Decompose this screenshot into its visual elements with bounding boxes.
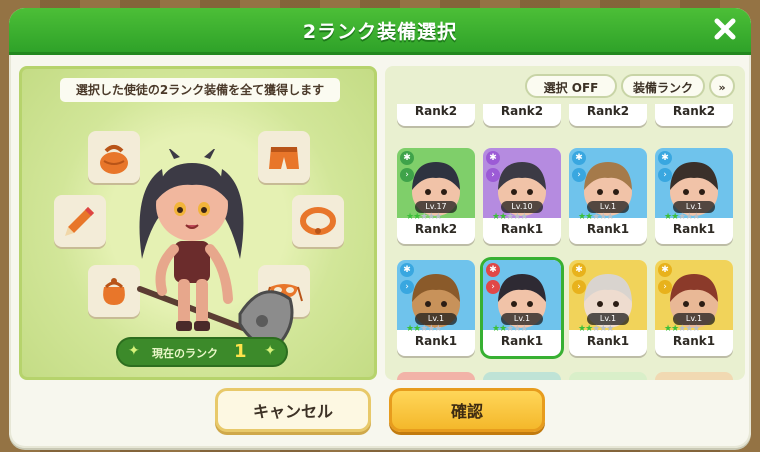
current-rank-label: 現在のランク [152,347,218,360]
class-icon: › [486,280,500,294]
bracelet-icon [300,207,336,235]
star-rating: ★★★★★ [492,212,528,222]
hero-equipment-rank: Rank2 [586,104,630,118]
current-rank-value: 1 [234,341,247,362]
confirm-button[interactable]: 確認 [389,388,545,432]
current-rank-indicator: ✦ 現在のランク 1 ✦ [116,337,288,367]
element-icon: ✱ [572,151,586,165]
class-icon: › [658,280,672,294]
hero-card[interactable]: ✱ › Lv.1 ★★★★★ Rank1 [569,260,647,356]
pencil-icon [65,207,94,236]
equipment-slot-pencil[interactable] [54,195,106,247]
hero-equipment-rank: Rank1 [500,334,544,348]
panel-description: 選択した使徒の2ランク装備を全て獲得します [60,78,340,102]
element-icon: ✱ [658,263,672,277]
hero-card[interactable]: ★★★Rank2 [483,104,561,126]
hero-card[interactable]: ✱ › Lv.10 ★★★★★ Rank1 [483,148,561,244]
element-icon: ✱ [400,263,414,277]
hero-card[interactable]: ✱ › Lv.1 ★★★★★ Rank1 [655,148,733,244]
sparkle-icon: ✦ [264,343,276,359]
class-icon: › [572,168,586,182]
hero-select-panel: 選択 OFF 装備ランク » ★★★Rank2 ★★★Rank2 ★★★Rank2 ★… [385,66,745,380]
star-rating: ★★★★★ [578,212,614,222]
title-bar: 2ランク装備選択 [9,8,751,55]
hero-card[interactable]: ✱ › Lv.1 ★★★★★ Rank1 [655,260,733,356]
hero-card[interactable]: ★★★Rank2 [569,104,647,126]
sort-equipment-rank-button[interactable]: 装備ランク [621,74,705,98]
star-rating: ★★★★★ [492,324,528,334]
element-icon: ✱ [486,263,500,277]
hero-equipment-rank: Rank2 [414,104,458,118]
hero-equipment-rank: Rank2 [414,222,458,236]
equipment-preview-panel: 選択した使徒の2ランク装備を全て獲得します ✦ 現在のランク 1 ✦ [19,66,377,380]
element-icon: ✱ [572,263,586,277]
class-icon: › [486,168,500,182]
hero-equipment-rank: Rank1 [414,334,458,348]
hero-card[interactable]: ✱ › Lv.1 ★★★★★ Rank1 [397,260,475,356]
hero-equipment-rank: Rank1 [672,222,716,236]
hero-card-partial[interactable] [655,372,733,380]
star-rating: ★★★★★ [406,212,442,222]
hero-card[interactable]: ✱ › Lv.1 ★★★★★ Rank1 [569,148,647,244]
hero-card-partial[interactable] [569,372,647,380]
class-icon: › [400,168,414,182]
element-icon: ✱ [658,151,672,165]
hero-equipment-rank: Rank2 [500,104,544,118]
hero-equipment-rank: Rank1 [586,222,630,236]
hero-card-partial[interactable] [397,372,475,380]
star-rating: ★★★★★ [578,324,614,334]
dialog-title: 2ランク装備選択 [302,21,458,43]
hero-card[interactable]: ✱ › Lv.17 ★★★★★ Rank2 [397,148,475,244]
star-rating: ★★★★★ [664,324,700,334]
cancel-button[interactable]: キャンセル [215,388,371,432]
select-off-button[interactable]: 選択 OFF [525,74,617,98]
star-rating: ★★★★★ [664,212,700,222]
element-icon: ✱ [486,151,500,165]
class-icon: › [658,168,672,182]
star-rating: ★★★★★ [406,324,442,334]
hero-character-illustration [122,147,302,359]
sparkle-icon: ✦ [128,343,140,359]
hero-card-partial[interactable] [483,372,561,380]
element-icon: ✱ [400,151,414,165]
double-chevron-down-icon: » [718,81,726,94]
class-icon: › [572,280,586,294]
hero-card[interactable]: ★★★Rank2 [655,104,733,126]
class-icon: › [400,280,414,294]
equipment-select-dialog: 2ランク装備選択 選択した使徒の2ランク装備を全て獲得します ✦ 現在のランク … [9,8,751,448]
close-button[interactable] [711,15,739,43]
hero-equipment-rank: Rank2 [672,104,716,118]
hero-card[interactable]: ★★★Rank2 [397,104,475,126]
hero-equipment-rank: Rank1 [672,334,716,348]
close-icon [714,18,736,40]
hero-card[interactable]: ✱ › Lv.1 ★★★★★ Rank1 [483,260,561,356]
hero-equipment-rank: Rank1 [586,334,630,348]
hero-equipment-rank: Rank1 [500,222,544,236]
hero-card-grid: ★★★Rank2★★★Rank2★★★Rank2★★★Rank2 ✱›Lv.17… [391,104,741,380]
sort-order-button[interactable]: » [709,74,735,98]
